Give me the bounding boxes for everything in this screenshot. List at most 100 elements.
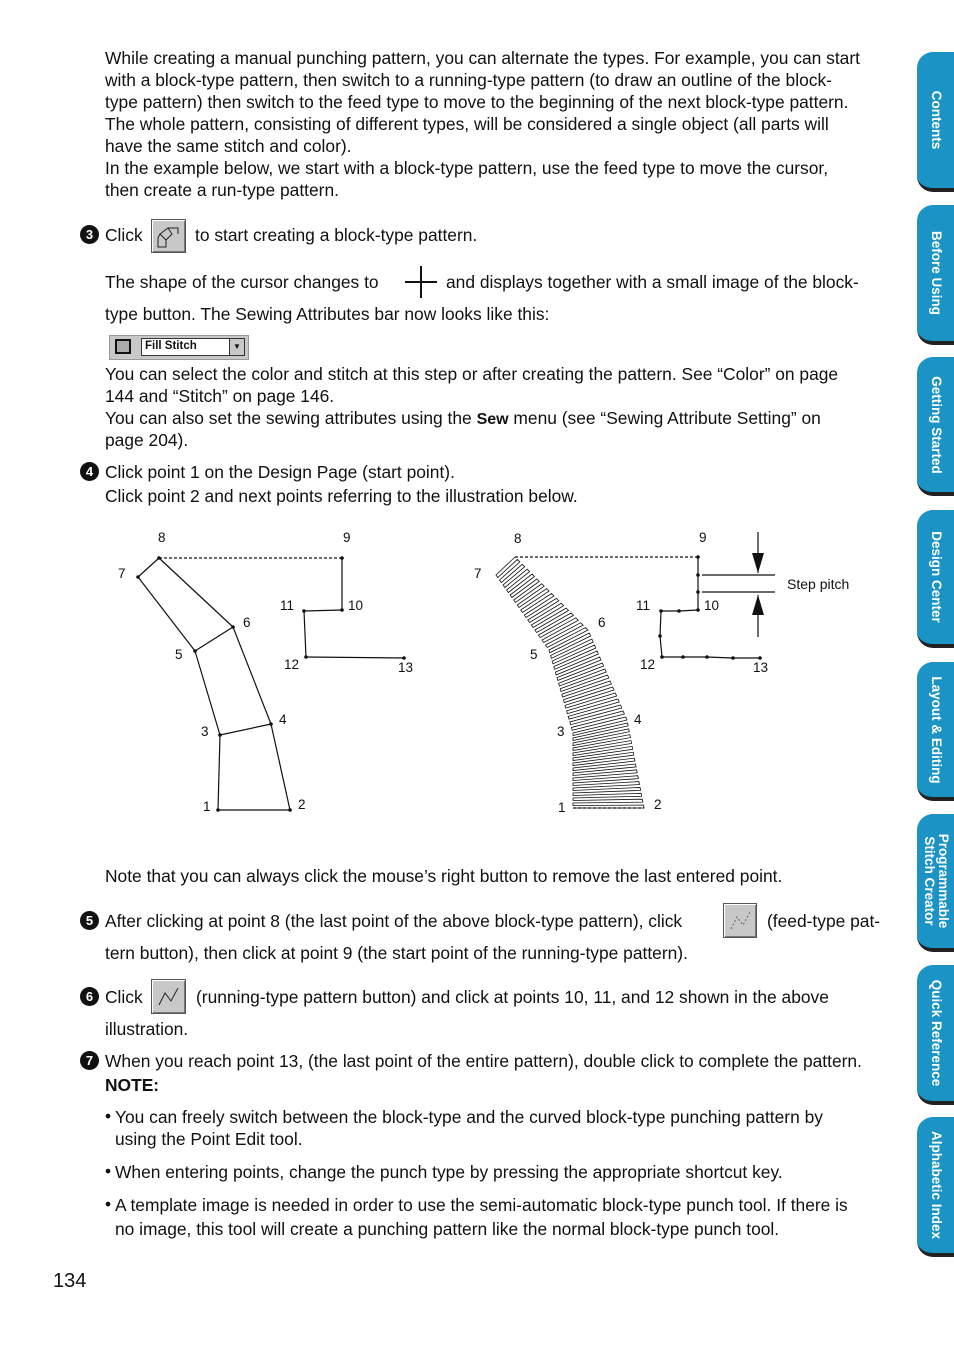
point-label-9: 9 <box>699 530 707 545</box>
point-label-4: 4 <box>634 712 642 727</box>
text-line: (feed-type pat- <box>767 911 881 931</box>
point-dot <box>216 808 220 812</box>
tab-label: Alphabetic Index <box>928 1130 944 1240</box>
point-label-7: 7 <box>118 566 126 581</box>
point-label-8: 8 <box>158 530 166 545</box>
step-number-6: 6 <box>80 987 99 1006</box>
text-line: You can freely switch between the block-… <box>115 1107 823 1127</box>
point-dot <box>705 655 709 659</box>
point-label-1: 1 <box>558 800 566 815</box>
point-dot <box>193 649 197 653</box>
outline-segment <box>137 576 196 652</box>
bullet-icon: • <box>105 1106 112 1126</box>
tab-label: Programmable Stitch Creator <box>921 833 951 929</box>
point-dot <box>231 625 235 629</box>
point-label-4: 4 <box>279 712 287 727</box>
point-label-8: 8 <box>514 531 522 546</box>
point-dot <box>696 608 700 612</box>
text-line: After clicking at point 8 (the last poin… <box>105 911 683 931</box>
tab-label: Quick Reference <box>928 979 944 1087</box>
point-dot <box>340 608 344 612</box>
point-dot <box>677 609 681 613</box>
point-label-12: 12 <box>640 657 656 672</box>
point-label-2: 2 <box>298 797 306 812</box>
text-line: When you reach point 13, (the last point… <box>105 1051 862 1071</box>
arrow-down-icon <box>752 553 764 573</box>
point-label-6: 6 <box>243 615 251 630</box>
tab-label: Contents <box>928 90 944 150</box>
arrow-up-icon <box>752 595 764 615</box>
tab-getting-started[interactable]: Getting Started <box>917 357 954 496</box>
text-line: tern button), then click at point 9 (the… <box>105 943 688 963</box>
point-dot <box>218 733 222 737</box>
bullet-icon: • <box>105 1194 112 1214</box>
text-line: using the Point Edit tool. <box>115 1129 303 1149</box>
point-dot <box>658 634 662 638</box>
point-label-11: 11 <box>636 598 651 613</box>
point-label-9: 9 <box>343 530 351 545</box>
outline-segment <box>158 557 234 628</box>
point-dot <box>681 655 685 659</box>
point-dot <box>696 590 700 594</box>
outline-segment <box>303 610 307 658</box>
running-segment <box>659 635 663 658</box>
tab-quick-reference[interactable]: Quick Reference <box>917 965 954 1105</box>
outline-segment <box>194 626 234 652</box>
tab-alphabetic-index[interactable]: Alphabetic Index <box>917 1117 954 1257</box>
point-dot <box>157 556 161 560</box>
point-dot <box>696 555 700 559</box>
outline-segment <box>232 626 272 725</box>
tab-programmable-stitch-creator[interactable]: Programmable Stitch Creator <box>917 814 954 952</box>
tab-layout-editing[interactable]: Layout & Editing <box>917 662 954 801</box>
point-dot <box>659 609 663 613</box>
text-line: (running-type pattern button) and click … <box>196 987 829 1007</box>
point-dot <box>302 609 306 613</box>
point-label-10: 10 <box>704 598 720 613</box>
bullet-icon: • <box>105 1161 112 1181</box>
tab-label: Layout & Editing <box>928 675 944 784</box>
tab-label: Getting Started <box>928 375 944 474</box>
point-label-11: 11 <box>280 598 295 613</box>
text-line: illustration. <box>105 1019 189 1039</box>
point-label-2: 2 <box>654 797 662 812</box>
outline-segment <box>137 557 160 578</box>
point-label-10: 10 <box>348 598 364 613</box>
tab-label: Before Using <box>928 230 944 316</box>
step-number-5: 5 <box>80 911 99 930</box>
running-type-button-icon <box>151 979 186 1014</box>
running-segment <box>678 609 699 612</box>
point-label-1: 1 <box>203 799 211 814</box>
feed-type-button-icon <box>723 903 757 938</box>
point-dot <box>340 556 344 560</box>
point-dot <box>304 655 308 659</box>
point-label-5: 5 <box>530 647 538 662</box>
point-dot <box>288 808 292 812</box>
text-line: A template image is needed in order to u… <box>115 1195 848 1215</box>
point-label-3: 3 <box>201 724 209 739</box>
outline-segment <box>270 723 291 811</box>
tab-contents[interactable]: Contents <box>917 52 954 192</box>
point-dot <box>696 573 700 577</box>
point-label-12: 12 <box>284 657 300 672</box>
outline-segment <box>194 650 221 736</box>
outline-segment <box>217 734 221 811</box>
note-title: NOTE: <box>105 1075 160 1095</box>
point-label-5: 5 <box>175 647 183 662</box>
text-line: no image, this tool will create a punchi… <box>115 1219 780 1239</box>
point-dot <box>269 722 273 726</box>
tab-before-using[interactable]: Before Using <box>917 205 954 345</box>
point-dot <box>660 655 664 659</box>
running-segment <box>659 610 662 637</box>
tab-design-center[interactable]: Design Center <box>917 510 954 648</box>
point-dot <box>136 575 140 579</box>
step-number-7: 7 <box>80 1051 99 1070</box>
note-line: Note that you can always click the mouse… <box>105 866 783 886</box>
satin-stitch-column <box>495 556 645 809</box>
running-segment <box>706 656 734 659</box>
point-label-7: 7 <box>474 566 482 581</box>
text-line: When entering points, change the punch t… <box>115 1162 783 1182</box>
point-label-13: 13 <box>753 660 769 675</box>
outline-segment <box>303 609 343 612</box>
text-line: Click <box>105 987 143 1007</box>
point-label-3: 3 <box>557 724 565 739</box>
